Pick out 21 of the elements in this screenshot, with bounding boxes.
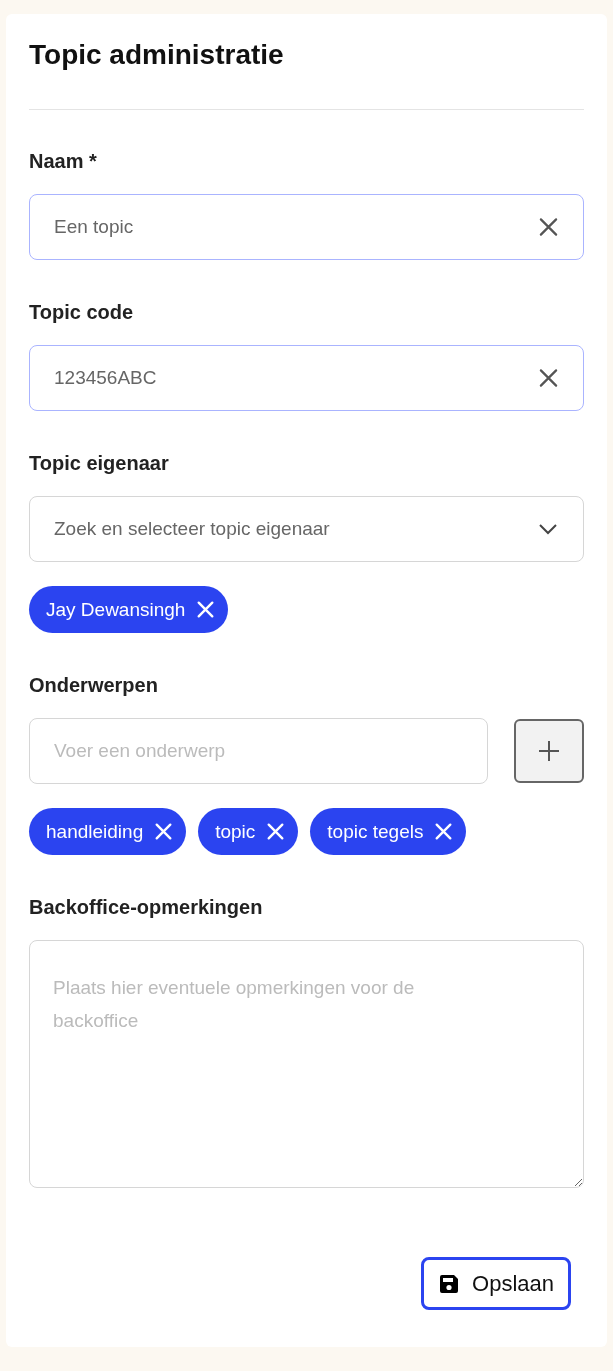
field-label: Naam * [29, 149, 97, 173]
input-field[interactable]: Voer een onderwerp [29, 718, 488, 784]
add-button[interactable] [514, 719, 584, 783]
plus-icon [538, 740, 560, 762]
tag-label: handleiding [46, 820, 144, 843]
field-label: Backoffice-opmerkingen [29, 895, 263, 919]
tag-label: topic [215, 820, 256, 843]
close-icon[interactable] [539, 217, 558, 237]
field-label: Onderwerpen [29, 673, 158, 697]
tag-label: topic tegels [327, 820, 424, 843]
form-title: Topic administratie [29, 38, 285, 72]
field-label: Topic code [29, 300, 134, 324]
input-field[interactable]: 123456ABC [29, 345, 584, 411]
save-button[interactable]: Opslaan [421, 1257, 571, 1310]
dropdown-field[interactable]: Zoek en selecteer topic eigenaar [29, 496, 584, 562]
close-icon[interactable] [539, 368, 558, 388]
chevron-down-icon [538, 523, 558, 535]
input-field[interactable]: Een topic [29, 194, 584, 260]
tag-label: Jay Dewansingh [46, 598, 186, 621]
text-area[interactable]: Plaats hier eventuele opmerkingen voor de backoffice [29, 940, 584, 1188]
field-label: Topic eigenaar [29, 451, 169, 475]
